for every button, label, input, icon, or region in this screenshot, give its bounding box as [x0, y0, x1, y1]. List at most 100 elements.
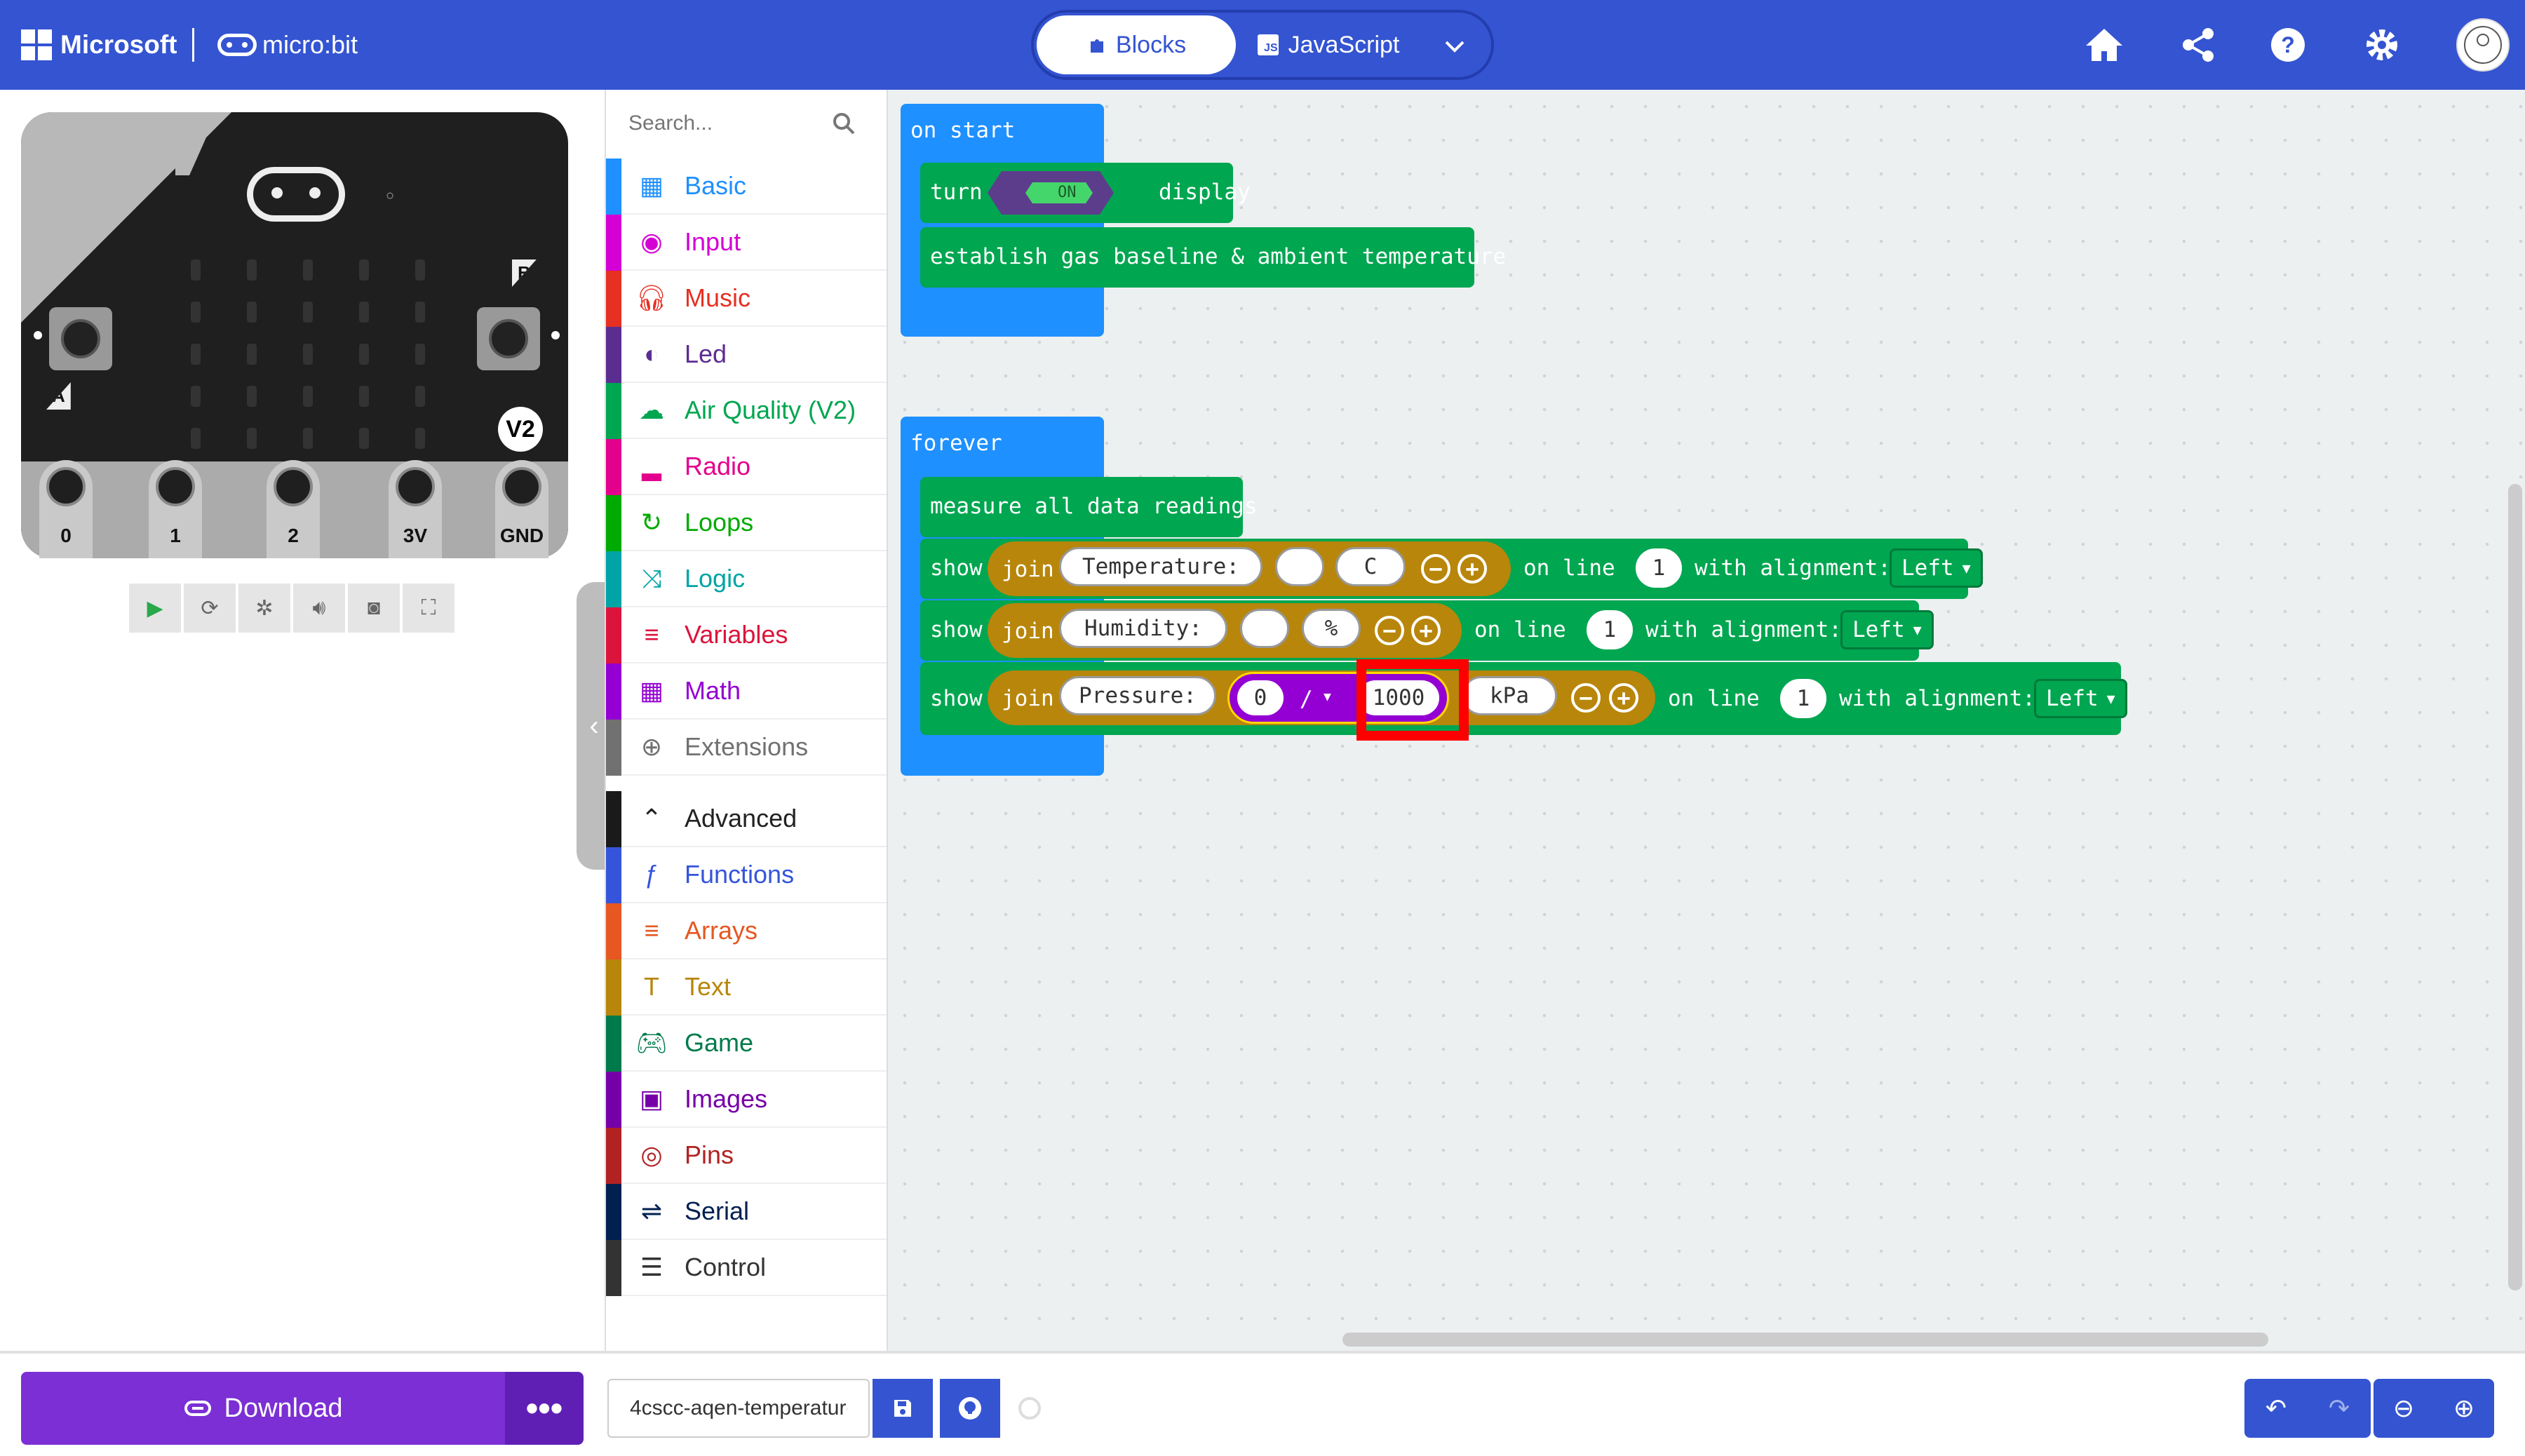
show-pressure-block[interactable]: show join Pressure: 0 / ▼ 1000 kPa − + o…: [920, 662, 2127, 735]
plus-icon[interactable]: +: [1609, 683, 1638, 713]
category-air-quality-v2[interactable]: ☁ Air Quality (V2): [606, 383, 887, 439]
category-functions[interactable]: ƒ Functions: [606, 847, 887, 903]
project-name-input[interactable]: [607, 1379, 870, 1438]
led[interactable]: [247, 428, 257, 449]
led[interactable]: [415, 259, 425, 281]
led[interactable]: [303, 302, 313, 323]
operator-label[interactable]: /: [1300, 687, 1313, 712]
play-icon[interactable]: ▶: [129, 584, 181, 633]
establish-baseline-block[interactable]: establish gas baseline & ambient tempera…: [920, 227, 1506, 288]
category-math[interactable]: ▦ Math: [606, 663, 887, 720]
join-block[interactable]: join Temperature: C − +: [988, 541, 1511, 596]
plus-icon[interactable]: +: [1411, 616, 1441, 645]
pin-3v[interactable]: 3V: [389, 460, 442, 558]
tab-javascript[interactable]: JS JavaScript: [1244, 15, 1413, 74]
led[interactable]: [191, 386, 201, 407]
debug-icon[interactable]: ✲: [238, 584, 290, 633]
led[interactable]: [247, 259, 257, 281]
category-serial[interactable]: ⇌ Serial: [606, 1184, 887, 1240]
led[interactable]: [303, 259, 313, 281]
led[interactable]: [415, 302, 425, 323]
category-radio[interactable]: ▂ Radio: [606, 439, 887, 495]
show-humidity-block[interactable]: show join Humidity: % − + on line 1 with…: [920, 600, 1934, 661]
sound-icon[interactable]: 🔊︎: [293, 584, 345, 633]
undo-icon[interactable]: ↶: [2244, 1379, 2308, 1438]
category-pins[interactable]: ◎ Pins: [606, 1128, 887, 1184]
home-icon[interactable]: [2076, 17, 2132, 73]
led[interactable]: [247, 386, 257, 407]
zoom-out-icon[interactable]: ⊖: [2374, 1379, 2434, 1438]
pin-2[interactable]: 2: [267, 460, 320, 558]
category-music[interactable]: 🎧︎ Music: [606, 271, 887, 327]
led[interactable]: [303, 386, 313, 407]
fullscreen-icon[interactable]: ⛶: [403, 584, 454, 633]
join-block[interactable]: join Pressure: 0 / ▼ 1000 kPa − +: [988, 670, 1655, 725]
microsoft-logo[interactable]: Microsoft: [21, 27, 177, 63]
avatar[interactable]: [2455, 17, 2511, 73]
share-icon[interactable]: [2170, 17, 2226, 73]
microbit-logo[interactable]: micro:bit: [217, 27, 358, 63]
led[interactable]: [359, 344, 369, 365]
led[interactable]: [191, 302, 201, 323]
chevron-down-icon[interactable]: [1427, 27, 1483, 66]
search-input[interactable]: [628, 112, 832, 135]
zoom-in-icon[interactable]: ⊕: [2434, 1379, 2494, 1438]
led[interactable]: [359, 428, 369, 449]
tab-blocks[interactable]: Blocks: [1037, 15, 1236, 74]
led[interactable]: [415, 386, 425, 407]
pin-1[interactable]: 1: [149, 460, 202, 558]
category-images[interactable]: ▣ Images: [606, 1072, 887, 1128]
text-temperature[interactable]: Temperature:: [1059, 547, 1262, 586]
help-icon[interactable]: ?: [2260, 17, 2316, 73]
redo-icon[interactable]: ↷: [2308, 1379, 2371, 1438]
text-unit-percent[interactable]: %: [1302, 609, 1361, 648]
led[interactable]: [303, 428, 313, 449]
minus-icon[interactable]: −: [1571, 683, 1601, 713]
download-more-button[interactable]: •••: [505, 1372, 584, 1445]
text-empty[interactable]: [1275, 547, 1324, 586]
category-logic[interactable]: ⤨ Logic: [606, 551, 887, 607]
category-basic[interactable]: ▦ Basic: [606, 159, 887, 215]
toggle-icon[interactable]: [988, 171, 1114, 215]
led[interactable]: [191, 428, 201, 449]
turn-display-block[interactable]: turn ON display: [920, 163, 1251, 223]
category-text[interactable]: T Text: [606, 959, 887, 1016]
led[interactable]: [247, 302, 257, 323]
category-arrays[interactable]: ≡ Arrays: [606, 903, 887, 959]
led[interactable]: [415, 428, 425, 449]
screenshot-icon[interactable]: ◙: [348, 584, 400, 633]
led[interactable]: [303, 344, 313, 365]
alignment-dropdown[interactable]: Left ▼: [1840, 610, 1934, 649]
horizontal-scrollbar[interactable]: [1342, 1333, 2268, 1347]
category-led[interactable]: ◐ Led: [606, 327, 887, 383]
operator-dropdown-icon[interactable]: ▼: [1324, 689, 1331, 704]
blocks-workspace[interactable]: on start turn ON display establish gas b…: [888, 90, 2525, 1351]
category-input[interactable]: ◉ Input: [606, 215, 887, 271]
led[interactable]: [191, 344, 201, 365]
alignment-dropdown[interactable]: Left ▼: [2034, 679, 2127, 718]
logo-touch-icon[interactable]: [247, 167, 345, 222]
measure-readings-block[interactable]: measure all data readings: [920, 477, 1258, 537]
text-humidity[interactable]: Humidity:: [1059, 609, 1227, 648]
plus-icon[interactable]: +: [1457, 554, 1487, 584]
line-number-input[interactable]: 1: [1636, 548, 1682, 588]
line-number-input[interactable]: 1: [1587, 610, 1633, 649]
pin-0[interactable]: 0: [39, 460, 93, 558]
led[interactable]: [359, 386, 369, 407]
led[interactable]: [247, 344, 257, 365]
pin-gnd[interactable]: GND: [495, 460, 548, 558]
gear-icon[interactable]: [2354, 17, 2410, 73]
search-icon[interactable]: [832, 112, 856, 135]
restart-icon[interactable]: ⟳: [184, 584, 236, 633]
category-control[interactable]: ☰ Control: [606, 1240, 887, 1296]
led[interactable]: [415, 344, 425, 365]
text-empty[interactable]: [1240, 609, 1289, 648]
category-game[interactable]: 🎮︎ Game: [606, 1016, 887, 1072]
led[interactable]: [191, 259, 201, 281]
category-advanced[interactable]: ⌃ Advanced: [606, 791, 887, 847]
minus-icon[interactable]: −: [1375, 616, 1404, 645]
alignment-dropdown[interactable]: Left ▼: [1890, 548, 1983, 588]
line-number-input[interactable]: 1: [1780, 679, 1826, 718]
vertical-scrollbar[interactable]: [2508, 484, 2522, 1290]
minus-icon[interactable]: −: [1421, 554, 1450, 584]
